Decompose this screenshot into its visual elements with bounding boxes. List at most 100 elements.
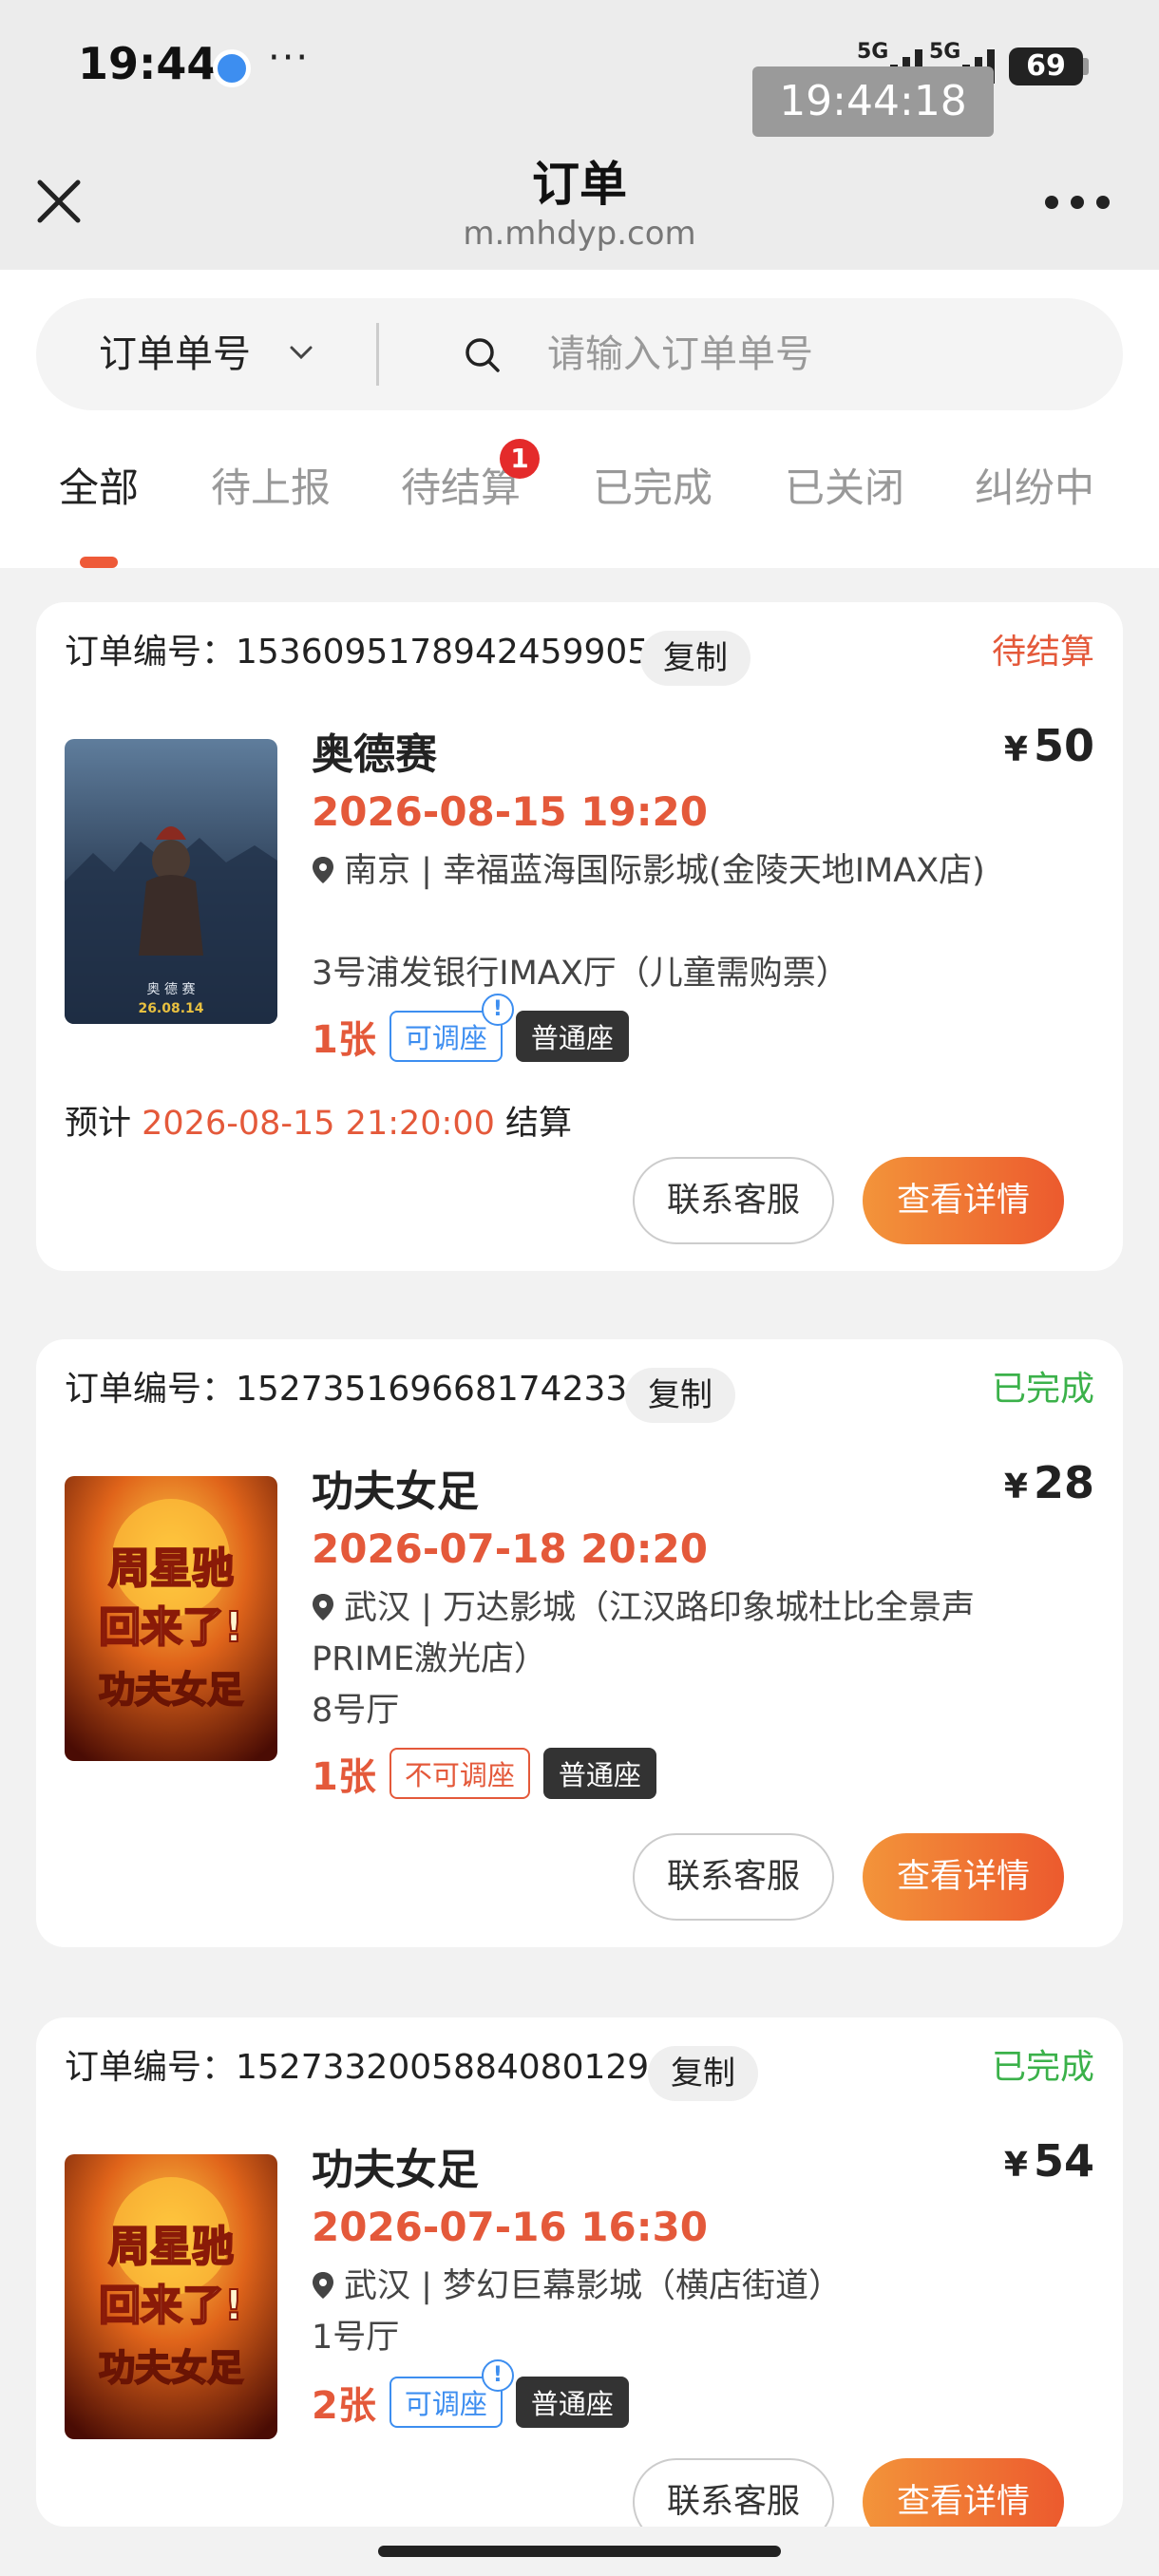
- cinema-location: 南京 | 幸福蓝海国际影城(金陵天地IMAX店): [312, 845, 1034, 897]
- search-zone: 订单单号 全部 待上报 待结算 1 已完成 已关闭 纠纷中: [0, 270, 1159, 568]
- movie-poster[interactable]: 周星驰 回来了! 功夫女足: [65, 1476, 277, 1761]
- search-input[interactable]: [547, 321, 1079, 388]
- page-url: m.mhdyp.com: [463, 215, 696, 253]
- ticket-count: 2张: [312, 2384, 376, 2428]
- order-price: ¥54: [1004, 2135, 1094, 2187]
- tab-all[interactable]: 全部: [59, 450, 139, 526]
- app-notification-icon: [213, 49, 251, 87]
- contact-service-button[interactable]: 联系客服: [633, 1833, 834, 1921]
- ticket-row: 1张 可调座! 普通座: [312, 994, 629, 1064]
- navbar: 订单 m.mhdyp.com: [0, 133, 1159, 270]
- poster-text: 回来了!: [99, 1603, 243, 1652]
- settlement-prefix: 预计: [65, 1105, 132, 1143]
- ticket-row: 1张 不可调座 普通座: [312, 1746, 656, 1801]
- currency-symbol: ¥: [1003, 1468, 1028, 1506]
- battery-icon: 69: [1009, 47, 1083, 85]
- movie-title: 功夫女足: [312, 1468, 479, 1516]
- cinema-location-text: 南京 | 幸福蓝海国际影城(金陵天地IMAX店): [344, 852, 985, 890]
- seat-type-tag: 普通座: [515, 2377, 629, 2428]
- tab-dispute[interactable]: 纠纷中: [975, 450, 1094, 526]
- movie-title: 功夫女足: [312, 2146, 479, 2194]
- price-value: 54: [1033, 2135, 1094, 2187]
- ticket-count: 1张: [312, 1755, 376, 1799]
- cinema-location: 武汉 | 梦幻巨幕影城（横店街道）: [312, 2261, 1034, 2312]
- info-icon[interactable]: !: [481, 2359, 514, 2392]
- status-time: 19:44: [78, 38, 218, 89]
- currency-symbol: ¥: [1003, 2146, 1028, 2185]
- settlement-suffix: 结算: [505, 1105, 573, 1143]
- info-icon[interactable]: !: [481, 994, 514, 1026]
- cinema-location-text: 武汉 | 万达影城（江汉路印象城杜比全景声PRIME激光店）: [312, 1589, 976, 1678]
- copy-button[interactable]: 复制: [625, 1368, 735, 1423]
- tab-bar: 全部 待上报 待结算 1 已完成 已关闭 纠纷中: [0, 439, 1159, 568]
- location-pin-icon: [313, 857, 333, 883]
- price-value: 50: [1033, 720, 1094, 771]
- ticket-count: 1张: [312, 1018, 376, 1062]
- order-price: ¥28: [1004, 1457, 1094, 1508]
- more-menu-icon[interactable]: [1045, 196, 1110, 213]
- poster-title-text: 奥 德 赛: [147, 981, 196, 997]
- showtime: 2026-08-15 19:20: [312, 788, 708, 835]
- tab-active-indicator: [80, 557, 118, 568]
- location-pin-icon: [313, 1594, 333, 1620]
- showtime: 2026-07-16 16:30: [312, 2204, 708, 2250]
- copy-button[interactable]: 复制: [640, 631, 750, 686]
- order-status: 已完成: [991, 1370, 1094, 1409]
- more-notifications-icon: ···: [268, 36, 311, 80]
- seat-adjustable-tag: 可调座!: [389, 2359, 514, 2428]
- location-pin-icon: [313, 2272, 333, 2299]
- order-card: 订单编号：1527351696681742336 复制 已完成 周星驰 回来了!…: [36, 1339, 1123, 1947]
- search-divider: [376, 323, 379, 386]
- seat-type-tag: 普通座: [542, 1748, 656, 1799]
- search-bar: 订单单号: [36, 298, 1123, 410]
- page-title: 订单: [532, 157, 627, 212]
- search-type-select[interactable]: 订单单号: [99, 298, 251, 410]
- clock-overlay: 19:44:18: [752, 66, 994, 137]
- poster-text: 回来了!: [99, 2282, 243, 2330]
- currency-symbol: ¥: [1003, 730, 1028, 769]
- tab-badge: 1: [500, 439, 540, 479]
- order-card: 订单编号：1527332005884080129 复制 已完成 周星驰 回来了!…: [36, 2017, 1123, 2527]
- cinema-location: 武汉 | 万达影城（江汉路印象城杜比全景声PRIME激光店）: [312, 1582, 1034, 1685]
- contact-service-button[interactable]: 联系客服: [633, 1157, 834, 1244]
- view-details-button[interactable]: 查看详情: [863, 2458, 1064, 2527]
- movie-poster[interactable]: 奥 德 赛 26.08.14: [65, 739, 277, 1024]
- contact-service-button[interactable]: 联系客服: [633, 2458, 834, 2527]
- tab-completed[interactable]: 已完成: [593, 450, 712, 526]
- order-number: 订单编号：1527351696681742336: [65, 1370, 650, 1409]
- order-number: 订单编号：1536095178942459905: [65, 633, 650, 672]
- order-number: 订单编号：1527332005884080129: [65, 2048, 650, 2087]
- ticket-row: 2张 可调座! 普通座: [312, 2359, 629, 2430]
- chevron-down-icon[interactable]: [287, 338, 315, 367]
- movie-title: 奥德赛: [312, 730, 437, 779]
- order-status: 已完成: [991, 2048, 1094, 2087]
- home-indicator[interactable]: [378, 2546, 781, 2557]
- search-icon: [466, 338, 500, 372]
- hall-name: 3号浦发银行IMAX厅（儿童需购票）: [312, 955, 849, 993]
- hall-name: 1号厅: [312, 2319, 400, 2357]
- poster-date-text: 26.08.14: [138, 1001, 203, 1016]
- settlement-time: 2026-08-15 21:20:00: [142, 1105, 495, 1143]
- seat-adjustable-tag: 可调座!: [389, 994, 514, 1062]
- seat-type-tag: 普通座: [515, 1011, 629, 1062]
- order-price: ¥50: [1004, 720, 1094, 771]
- battery-tip: [1083, 58, 1089, 75]
- poster-text: 功夫女足: [99, 2347, 243, 2389]
- seat-adjustable-label: 可调座: [404, 1022, 487, 1054]
- price-value: 28: [1033, 1457, 1094, 1508]
- seat-adjustable-label: 可调座: [404, 2388, 487, 2420]
- seat-not-adjustable-tag: 不可调座: [389, 1748, 530, 1799]
- poster-text: 周星驰: [108, 2223, 234, 2271]
- view-details-button[interactable]: 查看详情: [863, 1833, 1064, 1921]
- view-details-button[interactable]: 查看详情: [863, 1157, 1064, 1244]
- settlement-info: 预计 2026-08-15 21:20:00 结算: [65, 1096, 572, 1145]
- cinema-location-text: 武汉 | 梦幻巨幕影城（横店街道）: [344, 2267, 843, 2305]
- poster-text: 周星驰: [108, 1544, 234, 1593]
- copy-button[interactable]: 复制: [648, 2046, 758, 2101]
- showtime: 2026-07-18 20:20: [312, 1525, 708, 1572]
- tab-pending-report[interactable]: 待上报: [211, 450, 331, 526]
- poster-text: 功夫女足: [99, 1669, 243, 1711]
- tab-closed[interactable]: 已关闭: [785, 450, 904, 526]
- order-status: 待结算: [991, 633, 1094, 672]
- movie-poster[interactable]: 周星驰 回来了! 功夫女足: [65, 2154, 277, 2439]
